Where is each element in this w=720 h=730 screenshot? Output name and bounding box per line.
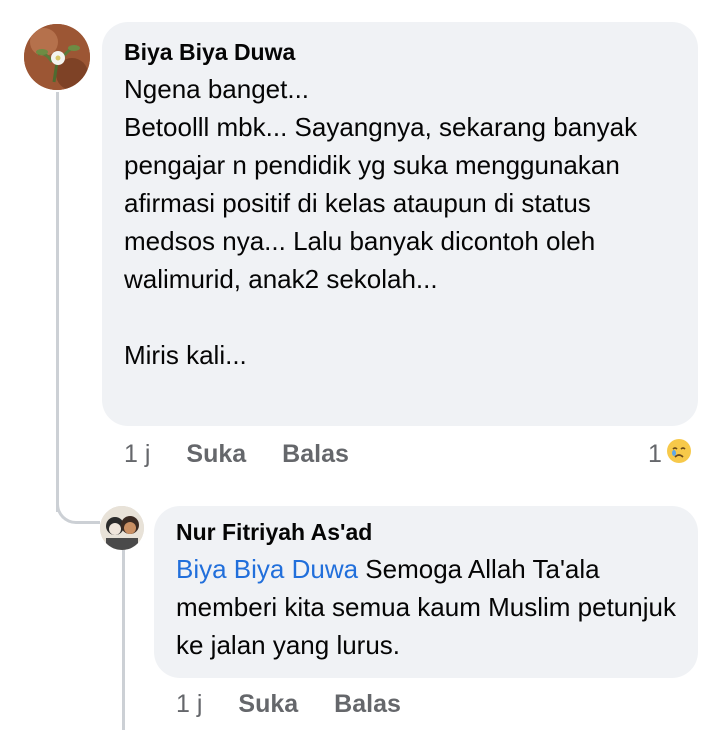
profile-photo-icon <box>100 506 144 550</box>
reply-bubble: Nur Fitriyah As'ad Biya Biya Duwa Semoga… <box>154 506 698 678</box>
like-button[interactable]: Suka <box>186 440 246 469</box>
mention-link[interactable]: Biya Biya Duwa <box>176 554 358 584</box>
comment-actions: 1 j Suka Balas <box>124 438 385 470</box>
reaction-count: 1 <box>648 439 662 468</box>
reply-thread-line <box>122 548 125 730</box>
like-button[interactable]: Suka <box>238 690 298 719</box>
thread-line-curve <box>56 490 100 524</box>
avatar[interactable] <box>24 24 90 90</box>
thread-line-vertical <box>56 92 59 512</box>
reply-button[interactable]: Balas <box>334 690 401 719</box>
reply-timestamp[interactable]: 1 j <box>176 690 202 719</box>
reaction-summary[interactable]: 1 <box>648 438 692 470</box>
flower-avatar-icon <box>24 24 90 90</box>
avatar[interactable] <box>100 506 144 550</box>
comment-timestamp[interactable]: 1 j <box>124 440 150 469</box>
comment-author[interactable]: Biya Biya Duwa <box>124 38 676 66</box>
comment-text: Ngena banget... Betoolll mbk... Sayangny… <box>124 74 638 370</box>
reply-actions: 1 j Suka Balas <box>176 688 437 720</box>
reply-button[interactable]: Balas <box>282 440 349 469</box>
reply-text: Biya Biya Duwa Semoga Allah Ta'ala membe… <box>176 550 676 664</box>
reply-author[interactable]: Nur Fitriyah As'ad <box>176 518 676 546</box>
sad-cry-face-icon <box>666 438 692 471</box>
comment-bubble: Biya Biya Duwa Ngena banget... Betoolll … <box>102 22 698 426</box>
